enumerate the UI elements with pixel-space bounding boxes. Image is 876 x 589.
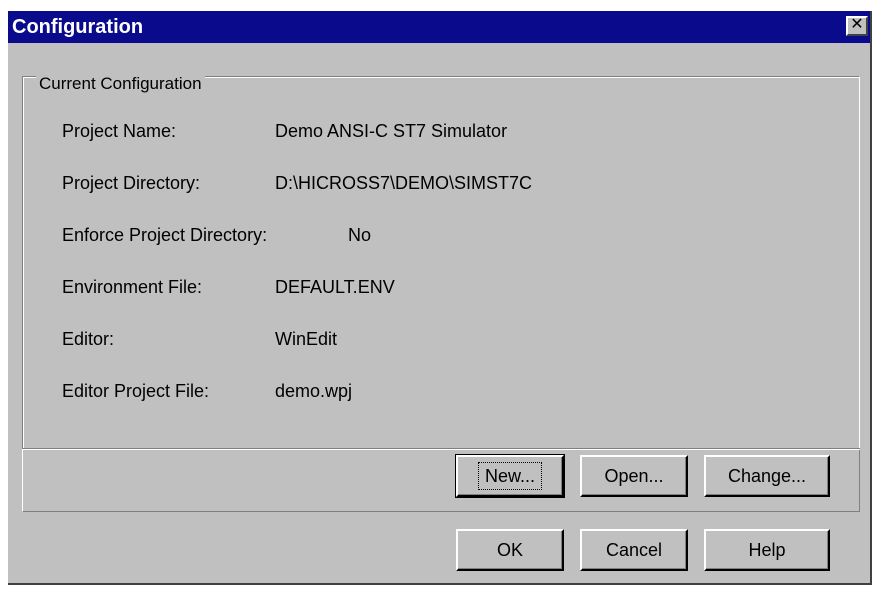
new-button[interactable]: New... xyxy=(455,454,565,498)
change-button[interactable]: Change... xyxy=(704,455,830,497)
ok-button[interactable]: OK xyxy=(456,529,564,571)
environment-file-value: DEFAULT.ENV xyxy=(275,277,395,297)
title-bar[interactable]: Configuration ✕ xyxy=(8,11,870,43)
cancel-button[interactable]: Cancel xyxy=(580,529,688,571)
project-name-label: Project Name: xyxy=(62,121,177,141)
editor-project-file-label: Editor Project File: xyxy=(62,381,210,401)
open-button[interactable]: Open... xyxy=(580,455,688,497)
editor-label: Editor: xyxy=(62,329,115,349)
close-icon: ✕ xyxy=(850,16,864,33)
configuration-dialog: Configuration ✕ Current Configuration Pr… xyxy=(8,11,872,585)
close-button[interactable]: ✕ xyxy=(846,16,868,36)
editor-project-file-value: demo.wpj xyxy=(275,381,353,401)
project-directory-value: D:\HICROSS7\DEMO\SIMST7C xyxy=(275,173,533,193)
group-legend: Current Configuration xyxy=(36,74,205,94)
project-directory-label: Project Directory: xyxy=(62,173,201,193)
environment-file-label: Environment File: xyxy=(62,277,203,297)
window-title: Configuration xyxy=(12,16,144,38)
enforce-project-directory-value: No xyxy=(348,225,372,245)
help-button[interactable]: Help xyxy=(704,529,830,571)
editor-value: WinEdit xyxy=(275,329,338,349)
enforce-project-directory-label: Enforce Project Directory: xyxy=(62,225,268,245)
new-button-label: New... xyxy=(477,462,543,490)
project-name-value: Demo ANSI-C ST7 Simulator xyxy=(275,121,508,141)
